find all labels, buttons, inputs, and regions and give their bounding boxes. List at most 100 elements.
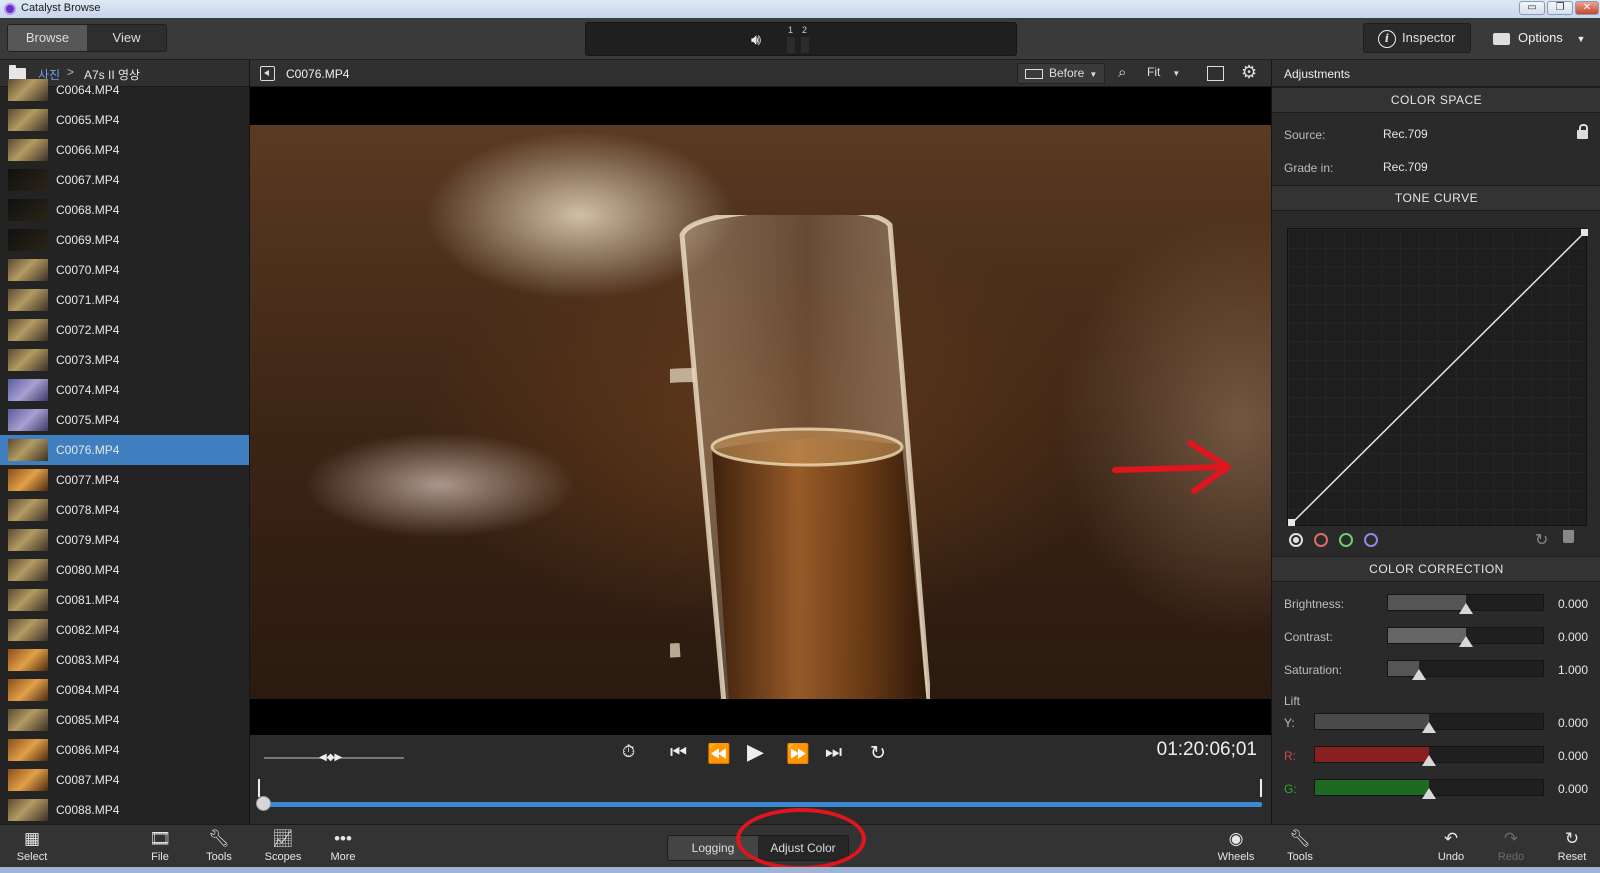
timer-icon[interactable]: ⏱ — [622, 742, 635, 762]
scopes-button[interactable]: 📈︎ Scopes — [262, 829, 304, 863]
minimize-button[interactable]: ▭ — [1519, 1, 1545, 15]
saturation-slider[interactable] — [1387, 660, 1544, 680]
clip-list-item[interactable]: C0083.MP4 — [0, 645, 249, 675]
lock-icon[interactable] — [1577, 124, 1588, 139]
contrast-value[interactable]: 0.000 — [1558, 630, 1588, 644]
curve-point-white — [1581, 229, 1588, 236]
step-back-icon[interactable]: ⏪ — [707, 742, 731, 766]
out-point-marker[interactable] — [1260, 779, 1262, 797]
zoom-icon[interactable]: ⌕ — [1118, 64, 1126, 81]
video-viewer[interactable] — [250, 87, 1271, 735]
lift-r-value[interactable]: 0.000 — [1558, 749, 1588, 763]
select-button[interactable]: ▦ Select — [12, 829, 52, 863]
play-icon[interactable]: ▶ — [747, 739, 764, 765]
fullscreen-icon[interactable] — [1207, 66, 1224, 81]
clip-list-item[interactable]: C0067.MP4 — [0, 165, 249, 195]
lift-g-value[interactable]: 0.000 — [1558, 782, 1588, 796]
clip-list-item[interactable]: C0078.MP4 — [0, 495, 249, 525]
loop-icon[interactable]: ↻ — [870, 742, 886, 765]
channel-luma-button[interactable] — [1289, 533, 1303, 547]
more-button[interactable]: ••• More — [324, 829, 362, 863]
clip-list-item[interactable]: C0066.MP4 — [0, 135, 249, 165]
tab-view[interactable]: View — [87, 25, 166, 51]
clip-list-item[interactable]: C0068.MP4 — [0, 195, 249, 225]
clip-list-item[interactable]: C0069.MP4 — [0, 225, 249, 255]
file-button[interactable]: 🎞︎ File — [140, 829, 180, 863]
clip-thumbnail — [8, 739, 48, 761]
channel-blue-button[interactable] — [1364, 533, 1378, 547]
tools-right-button[interactable]: 🔧︎ Tools — [1281, 829, 1319, 863]
clip-list-item[interactable]: C0074.MP4 — [0, 375, 249, 405]
clip-list-item[interactable]: C0072.MP4 — [0, 315, 249, 345]
lift-label: Lift — [1284, 694, 1301, 708]
tools-button[interactable]: 🔧︎ Tools — [198, 829, 240, 863]
top-toolbar: Browse View 🔊︎ 1 2 i Inspector Options ▼ — [0, 18, 1600, 60]
brightness-slider[interactable] — [1387, 594, 1544, 614]
source-value[interactable]: Rec.709 — [1383, 127, 1428, 141]
tab-browse[interactable]: Browse — [8, 25, 87, 51]
chevron-down-icon: ▼ — [1172, 69, 1181, 78]
undo-button[interactable]: ↶ Undo — [1432, 829, 1470, 863]
saturation-value[interactable]: 1.000 — [1558, 663, 1588, 677]
clip-thumbnail — [8, 379, 48, 401]
clip-thumbnail — [8, 499, 48, 521]
reset-button[interactable]: ↻ Reset — [1552, 829, 1592, 863]
clip-list-item[interactable]: C0085.MP4 — [0, 705, 249, 735]
in-point-marker[interactable] — [258, 779, 260, 797]
logging-mode-button[interactable]: Logging — [668, 836, 758, 860]
close-button[interactable]: ✕ — [1575, 1, 1599, 15]
viewer-header: C0076.MP4 Before ▼ ⌕ Fit ▼ ⚙ — [250, 60, 1271, 87]
clip-list-item[interactable]: C0086.MP4 — [0, 735, 249, 765]
lift-y-slider[interactable] — [1314, 713, 1544, 733]
clip-list-item[interactable]: C0075.MP4 — [0, 405, 249, 435]
shuttle-knob-icon[interactable]: ◀◆▶ — [319, 752, 342, 763]
go-to-start-icon[interactable]: ⏮ — [670, 742, 687, 764]
clip-list-item[interactable]: C0077.MP4 — [0, 465, 249, 495]
clip-list-item[interactable]: C0087.MP4 — [0, 765, 249, 795]
brightness-value[interactable]: 0.000 — [1558, 597, 1588, 611]
clip-list-item[interactable]: C0080.MP4 — [0, 555, 249, 585]
clip-list-item[interactable]: C0082.MP4 — [0, 615, 249, 645]
clip-list-item[interactable]: C0064.MP4 — [0, 75, 249, 105]
clip-filename: C0083.MP4 — [56, 653, 120, 667]
redo-button[interactable]: ↷ Redo — [1492, 829, 1530, 863]
go-to-end-icon[interactable]: ⏭ — [825, 742, 842, 764]
trash-icon[interactable] — [1563, 530, 1574, 543]
tone-curve-graph[interactable] — [1287, 228, 1588, 526]
clip-list-item[interactable]: C0070.MP4 — [0, 255, 249, 285]
adjust-color-mode-button[interactable]: Adjust Color — [758, 836, 848, 860]
clip-back-icon[interactable] — [260, 66, 275, 81]
wheels-button[interactable]: ◉ Wheels — [1215, 829, 1257, 863]
zoom-dropdown[interactable]: Fit ▼ — [1143, 63, 1193, 84]
step-forward-icon[interactable]: ⏩ — [786, 742, 810, 766]
gear-icon[interactable]: ⚙ — [1241, 62, 1257, 83]
clip-list-item[interactable]: C0071.MP4 — [0, 285, 249, 315]
grade-in-value[interactable]: Rec.709 — [1383, 160, 1428, 174]
clip-list-item[interactable]: C0079.MP4 — [0, 525, 249, 555]
clip-list-item[interactable]: C0065.MP4 — [0, 105, 249, 135]
clip-list-item[interactable]: C0076.MP4 — [0, 435, 249, 465]
channel-red-button[interactable] — [1314, 533, 1328, 547]
info-icon: i — [1378, 29, 1396, 48]
clip-filename: C0078.MP4 — [56, 503, 120, 517]
clip-list-item[interactable]: C0081.MP4 — [0, 585, 249, 615]
clip-filename: C0084.MP4 — [56, 683, 120, 697]
reset-curve-icon[interactable]: ↻ — [1535, 530, 1548, 550]
clip-list-item[interactable]: C0084.MP4 — [0, 675, 249, 705]
contrast-slider[interactable] — [1387, 627, 1544, 647]
lift-y-value[interactable]: 0.000 — [1558, 716, 1588, 730]
channel-green-button[interactable] — [1339, 533, 1353, 547]
speaker-icon[interactable]: 🔊︎ — [751, 32, 761, 50]
timeline-scrubber[interactable] — [258, 802, 1262, 807]
lift-g-slider[interactable] — [1314, 779, 1544, 799]
lift-r-slider[interactable] — [1314, 746, 1544, 766]
clip-list-item[interactable]: C0088.MP4 — [0, 795, 249, 824]
options-button[interactable]: Options ▼ — [1493, 30, 1585, 45]
playhead-handle[interactable] — [256, 796, 271, 811]
maximize-button[interactable]: ❐ — [1547, 1, 1573, 15]
before-after-dropdown[interactable]: Before ▼ — [1017, 63, 1105, 84]
inspector-button[interactable]: i Inspector — [1363, 23, 1471, 53]
clip-list-item[interactable]: C0073.MP4 — [0, 345, 249, 375]
zoom-label: Fit — [1147, 65, 1161, 79]
clip-filename: C0069.MP4 — [56, 233, 120, 247]
